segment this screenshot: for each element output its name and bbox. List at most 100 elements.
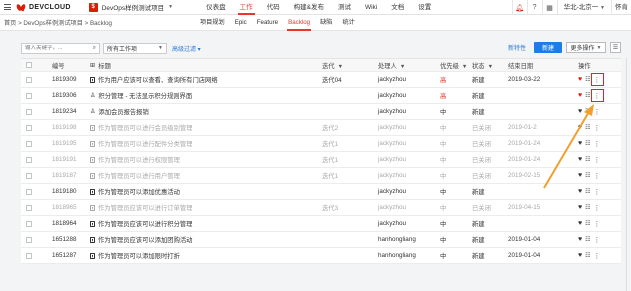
sub-item-icon[interactable]: ☷ — [585, 204, 590, 211]
row-title[interactable]: 作为管理员可以进行用户管理 — [82, 171, 314, 180]
follow-heart-icon[interactable]: ♥ — [578, 220, 582, 227]
row-title[interactable]: 作为用户应该可以查看、查询所有门店网络 — [82, 75, 314, 84]
table-row[interactable]: 1819187 作为管理员可以进行用户管理 迭代1 jackyzhou 中 已关闭 2019… — [21, 168, 621, 184]
row-title-text[interactable]: 作为管理员可以进行权限管理 — [98, 155, 180, 164]
tab-3[interactable]: Backlog — [283, 15, 315, 31]
nav-item-3[interactable]: 构建&发布 — [287, 0, 331, 15]
follow-heart-icon[interactable]: ♥ — [578, 252, 582, 259]
row-title[interactable]: ♙ 添加会员报告报销 — [82, 107, 314, 116]
more-options-icon[interactable]: ⋮ — [594, 156, 601, 164]
tab-1[interactable]: Epic — [230, 15, 252, 31]
table-row[interactable]: 1651287 作为管理员可以添加限时打折 hanhongliang 中 新建 2019-… — [21, 248, 621, 264]
follow-heart-icon[interactable]: ♥ — [578, 108, 582, 115]
row-title[interactable]: 作为管理员可以进行权限管理 — [82, 155, 314, 164]
sub-item-icon[interactable]: ☷ — [585, 172, 590, 179]
nav-item-7[interactable]: 设置 — [411, 0, 438, 15]
row-checkbox[interactable] — [26, 108, 32, 115]
follow-heart-icon[interactable]: ♥ — [578, 172, 582, 179]
row-title[interactable]: 作为管理员应该可以进行积分管理 — [82, 219, 314, 228]
row-checkbox-cell[interactable] — [21, 140, 37, 147]
user-menu[interactable]: 怀肯 — [611, 0, 631, 15]
more-options-icon[interactable]: ⋮ — [594, 236, 601, 244]
row-checkbox[interactable] — [26, 92, 32, 99]
sub-item-icon[interactable]: ☷ — [585, 236, 590, 243]
row-checkbox[interactable] — [26, 172, 32, 179]
select-all-checkbox[interactable] — [21, 62, 37, 68]
filter-icon[interactable]: ▼ — [338, 64, 343, 70]
column-settings-icon[interactable]: ☰ — [610, 42, 621, 53]
row-checkbox-cell[interactable] — [21, 220, 37, 227]
row-title[interactable]: 作为管理员应该可以添加团购活动 — [82, 235, 314, 244]
row-checkbox[interactable] — [26, 76, 32, 83]
row-title-text[interactable]: 作为管理员可以进行用户管理 — [98, 171, 180, 180]
row-title[interactable]: 作为管理员可以进行配件分类管理 — [82, 139, 314, 148]
row-checkbox[interactable] — [26, 236, 32, 243]
devcloud-logo[interactable]: DEVCLOUD — [16, 3, 71, 11]
row-checkbox-cell[interactable] — [21, 76, 37, 83]
search-box[interactable]: ⌕ — [21, 42, 100, 54]
more-options-icon[interactable]: ⋮ — [594, 204, 601, 212]
sub-item-icon[interactable]: ☷ — [585, 188, 590, 195]
sub-item-icon[interactable]: ☷ — [585, 220, 590, 227]
nav-item-1[interactable]: 工作 — [233, 0, 260, 15]
sub-item-icon[interactable]: ☷ — [585, 252, 590, 259]
more-options-icon[interactable]: ⋮ — [594, 188, 601, 196]
help-icon[interactable]: ? — [526, 0, 542, 15]
row-title-text[interactable]: 作为用户应该可以查看、查询所有门店网络 — [98, 75, 218, 84]
follow-heart-icon[interactable]: ♥ — [578, 124, 582, 131]
row-checkbox-cell[interactable] — [21, 252, 37, 259]
header-priority[interactable]: 优先级 ▼ — [432, 61, 470, 70]
row-title-text[interactable]: 作为管理员可以进行配件分类管理 — [98, 139, 192, 148]
header-status[interactable]: 状态 ▼ — [470, 61, 508, 70]
table-row[interactable]: 1819198 作为管理员可以进行会员级别管理 迭代2 jackyzhou 中 已关闭 20… — [21, 120, 621, 136]
region-selector[interactable]: 华北-北京一 ▼ — [556, 0, 611, 16]
row-title-text[interactable]: 作为管理员可以进行会员级别管理 — [98, 123, 192, 132]
row-checkbox[interactable] — [26, 156, 32, 163]
row-title[interactable]: 作为管理员可以添加限时打折 — [82, 251, 314, 260]
row-checkbox-cell[interactable] — [21, 236, 37, 243]
table-row[interactable]: 1819309 作为用户应该可以查看、查询所有门店网络 迭代04 jackyzhou 高… — [21, 72, 621, 88]
table-row[interactable]: 1819195 作为管理员可以进行配件分类管理 迭代1 jackyzhou 中 已关闭 20… — [21, 136, 621, 152]
new-button[interactable]: 新建 — [534, 42, 562, 53]
row-title-text[interactable]: 作为管理员可以添加限时打折 — [98, 251, 180, 260]
follow-heart-icon[interactable]: ♥ — [578, 236, 582, 243]
table-row[interactable]: 1819306 ♙ 积分管理 - 无法显示积分规则界面 jackyzhou 高新建 ♥ ☷ ⋮ — [21, 88, 621, 104]
row-title[interactable]: 作为管理员可以进行会员级别管理 — [82, 123, 314, 132]
row-title-text[interactable]: 添加会员报告报销 — [98, 107, 148, 116]
more-actions-button[interactable]: 更多操作 ▼ — [566, 42, 606, 53]
filter-icon[interactable]: ▼ — [462, 64, 467, 70]
nav-item-2[interactable]: 代码 — [260, 0, 287, 15]
breadcrumb[interactable]: 首页 > DevOps样例测试项目 > Backlog — [4, 18, 112, 27]
header-end-date[interactable]: 结束日期 — [508, 61, 578, 70]
table-row[interactable]: 1818964 作为管理员应该可以进行积分管理 jackyzhou 中 新建 ♥ ☷ ⋮ — [21, 216, 621, 232]
table-row[interactable]: 1819180 作为管理员可以添加优惠活动 jackyzhou 中 新建 ♥ ☷ ⋮ — [21, 184, 621, 200]
table-row[interactable]: 1819191 作为管理员可以进行权限管理 迭代1 jackyzhou 中 已关闭 2019… — [21, 152, 621, 168]
row-checkbox-cell[interactable] — [21, 124, 37, 131]
row-checkbox-cell[interactable] — [21, 172, 37, 179]
nav-item-4[interactable]: 测试 — [331, 0, 358, 15]
follow-heart-icon[interactable]: ♥ — [578, 76, 582, 83]
expand-all-icon[interactable]: ⊞ — [90, 62, 95, 69]
more-options-icon[interactable]: ⋮ — [594, 172, 601, 180]
row-title-text[interactable]: 作为管理员应该可以进行订单管理 — [98, 203, 192, 212]
row-checkbox[interactable] — [26, 204, 32, 211]
project-selector[interactable]: $ DevOps样例测试项目 ▼ — [88, 2, 173, 12]
more-options-icon[interactable]: ⋮ — [594, 220, 601, 228]
row-checkbox[interactable] — [26, 124, 32, 131]
row-title-text[interactable]: 作为管理员应该可以添加团购活动 — [98, 235, 192, 244]
nav-item-6[interactable]: 文档 — [384, 0, 411, 15]
tab-0[interactable]: 项目规划 — [195, 15, 230, 31]
sub-item-icon[interactable]: ☷ — [585, 140, 590, 147]
grid-icon[interactable]: ▦ — [541, 0, 557, 15]
new-feature-link[interactable]: 新特性 — [508, 43, 526, 52]
header-iteration[interactable]: 迭代 ▼ — [314, 61, 374, 70]
advanced-filter-link[interactable]: 高级过滤 ▾ — [172, 44, 201, 53]
sub-item-icon[interactable]: ☷ — [585, 92, 590, 99]
more-options-icon[interactable]: ⋮ — [594, 108, 601, 116]
menu-icon[interactable] — [0, 0, 14, 15]
sub-item-icon[interactable]: ☷ — [585, 124, 590, 131]
search-input[interactable] — [25, 45, 85, 51]
header-title[interactable]: ⊞ 标题 — [82, 61, 314, 70]
row-checkbox[interactable] — [26, 252, 32, 259]
row-checkbox-cell[interactable] — [21, 156, 37, 163]
